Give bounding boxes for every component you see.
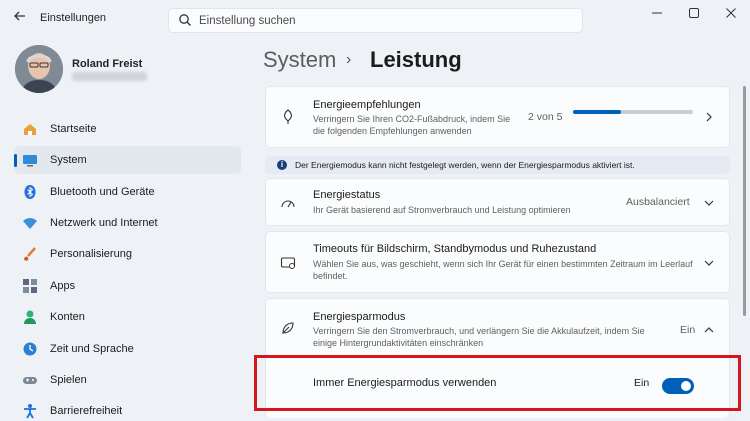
sidebar-item-label: Spielen <box>50 374 87 386</box>
screen-sleep-icon <box>280 257 296 269</box>
gamepad-icon <box>23 377 37 384</box>
card-title: Energiesparmodus <box>313 311 406 323</box>
active-indicator <box>14 154 17 167</box>
back-arrow-icon[interactable] <box>10 9 30 27</box>
card-title: Energieempfehlungen <box>313 99 421 111</box>
close-icon[interactable] <box>719 6 743 24</box>
breadcrumb-separator: › <box>346 51 352 68</box>
sidebar-item-label: Apps <box>50 280 76 292</box>
energy-status-value[interactable]: Ausbalanciert <box>626 196 690 208</box>
sidebar-item-zeit-sprache[interactable]: Zeit und Sprache <box>14 335 241 363</box>
sidebar-item-label: System <box>50 154 87 166</box>
scrollbar[interactable] <box>743 86 746 316</box>
sidebar-item-label: Startseite <box>50 123 97 135</box>
sidebar-item-label: Personalisierung <box>50 248 132 260</box>
progress-text: 2 von 5 <box>528 111 563 123</box>
toggle-knob <box>681 381 691 391</box>
info-text: Der Energiemodus kann nicht festgelegt w… <box>295 160 635 170</box>
card-description: Verringern Sie Ihren CO2-Fußabdruck, ind… <box>313 114 511 136</box>
apps-icon <box>23 279 37 293</box>
speedometer-icon <box>281 200 295 208</box>
card-energy-saver[interactable]: Energiesparmodus Verringern Sie den Stro… <box>265 298 730 418</box>
sidebar-item-system[interactable]: System <box>14 146 241 174</box>
sidebar-item-label: Konten <box>50 311 85 323</box>
sidebar-item-startseite[interactable]: Startseite <box>14 115 241 143</box>
sidebar-item-personalisierung[interactable]: Personalisierung <box>14 240 241 268</box>
home-icon <box>24 124 36 135</box>
card-title: Timeouts für Bildschirm, Standbymodus un… <box>313 243 597 255</box>
sidebar-item-spielen[interactable]: Spielen <box>14 366 241 394</box>
clock-globe-icon <box>23 342 37 356</box>
sidebar-item-netzwerk[interactable]: Netzwerk und Internet <box>14 209 241 237</box>
card-timeouts[interactable]: Timeouts für Bildschirm, Standbymodus un… <box>265 231 730 293</box>
info-icon: i <box>277 160 287 170</box>
card-energy-recommendations[interactable]: Energieempfehlungen Verringern Sie Ihren… <box>265 86 730 148</box>
minimize-icon[interactable] <box>645 6 669 24</box>
card-description: Ihr Gerät basierend auf Stromverbrauch u… <box>313 205 571 215</box>
sidebar-item-label: Zeit und Sprache <box>50 343 134 355</box>
system-monitor-icon <box>23 155 37 167</box>
progress-bar-fill <box>573 110 621 114</box>
sidebar-item-apps[interactable]: Apps <box>14 272 241 300</box>
search-input[interactable] <box>199 12 569 30</box>
energy-saver-leaf-icon <box>282 322 294 334</box>
sidebar-item-label: Barrierefreiheit <box>50 405 123 417</box>
sidebar-item-barrierefreiheit[interactable]: Barrierefreiheit <box>14 397 241 421</box>
search-icon <box>179 14 191 26</box>
page-title: Leistung <box>370 47 462 72</box>
avatar[interactable] <box>15 45 63 93</box>
accessibility-icon <box>24 404 36 419</box>
search-box[interactable] <box>168 8 583 33</box>
maximize-icon[interactable] <box>682 6 706 24</box>
wifi-icon <box>23 218 37 229</box>
profile-name: Roland Freist <box>72 58 143 70</box>
leaf-icon <box>284 109 292 124</box>
breadcrumb-parent[interactable]: System <box>263 47 336 73</box>
sidebar-item-label: Bluetooth und Geräte <box>50 186 155 198</box>
sidebar-item-bluetooth[interactable]: Bluetooth und Geräte <box>14 178 241 206</box>
bluetooth-icon <box>24 185 36 199</box>
title-bar: Einstellungen <box>0 0 750 36</box>
sidebar-item-konten[interactable]: Konten <box>14 303 241 331</box>
card-energy-status[interactable]: Energiestatus Ihr Gerät basierend auf St… <box>265 178 730 226</box>
chevron-right-icon <box>706 112 712 122</box>
chevron-down-icon[interactable] <box>703 197 715 209</box>
always-saver-row: Ein <box>266 356 729 416</box>
chevron-down-icon[interactable] <box>703 257 715 269</box>
always-saver-toggle[interactable] <box>662 378 694 394</box>
toggle-state-text: Ein <box>634 377 650 389</box>
energy-saver-state: Ein <box>680 324 696 336</box>
progress-bar <box>573 110 693 114</box>
sidebar-item-label: Netzwerk und Internet <box>50 217 158 229</box>
profile-email-blurred <box>72 72 147 81</box>
card-description: Wählen Sie aus, was geschieht, wenn sich… <box>313 259 693 281</box>
chevron-up-icon[interactable] <box>703 324 715 336</box>
card-description: Verringern Sie den Stromverbrauch, und v… <box>313 326 645 348</box>
info-bar: i Der Energiemodus kann nicht festgelegt… <box>265 156 730 174</box>
card-title: Energiestatus <box>313 189 381 201</box>
brush-icon <box>24 247 36 261</box>
account-icon <box>24 310 36 324</box>
app-title: Einstellungen <box>40 12 107 24</box>
